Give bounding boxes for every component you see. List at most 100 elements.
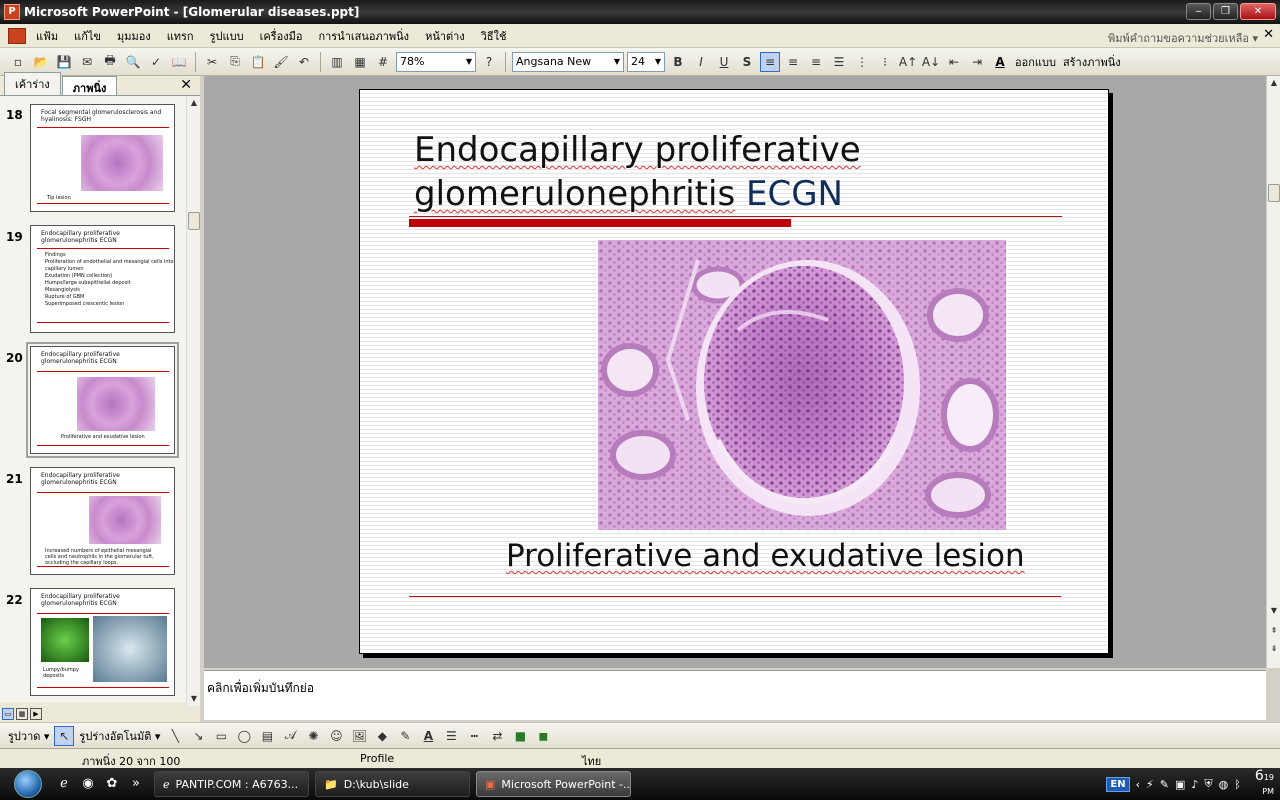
textbox-icon[interactable]: ▤	[257, 726, 277, 746]
slide-title[interactable]: Endocapillary proliferative glomerulonep…	[414, 128, 1034, 216]
fill-color-icon[interactable]: ◆	[372, 726, 392, 746]
bluetooth-icon[interactable]: ᛒ	[1234, 778, 1241, 791]
tools-icon[interactable]: ✎	[1160, 778, 1169, 791]
histology-image[interactable]	[598, 240, 1006, 530]
security-shield-icon[interactable]: ⛨	[1204, 777, 1212, 791]
save-icon[interactable]: 💾	[54, 52, 74, 72]
messenger-icon[interactable]: ✿	[102, 774, 122, 794]
autoshapes-button[interactable]: รูปร่างอัตโนมัติ ▾	[77, 727, 162, 745]
slide-thumbnail-22[interactable]: Endocapillary proliferative glomerulonep…	[30, 588, 175, 696]
network-icon[interactable]: ⚡	[1146, 778, 1154, 791]
menu-edit[interactable]: แก้ไข	[66, 27, 109, 45]
media-icon[interactable]: ◉	[78, 774, 98, 794]
undo-icon[interactable]: ↶	[294, 52, 314, 72]
normal-view-icon[interactable]: ▭	[2, 708, 14, 720]
antivirus-icon[interactable]: ◍	[1219, 778, 1229, 791]
menu-tools[interactable]: เครื่องมือ	[252, 27, 311, 45]
scroll-up-icon[interactable]: ▲	[1267, 76, 1280, 90]
line-icon[interactable]: ╲	[165, 726, 185, 746]
more-quicklaunch-icon[interactable]: »	[126, 774, 146, 794]
slide-caption[interactable]: Proliferative and exudative lesion	[506, 538, 1106, 574]
new-icon[interactable]: ▫	[8, 52, 28, 72]
paste-icon[interactable]: 📋	[248, 52, 268, 72]
draw-menu-button[interactable]: รูปวาด ▾	[6, 727, 51, 745]
zoom-select[interactable]: 78% ▼	[396, 51, 476, 72]
tray-expand-icon[interactable]: ‹	[1136, 778, 1140, 791]
shadow-button[interactable]: S	[737, 52, 757, 72]
font-size-select[interactable]: 24 ▼	[627, 51, 665, 72]
menu-file[interactable]: แฟ้ม	[28, 27, 66, 45]
align-right-icon[interactable]: ≡	[806, 52, 826, 72]
close-document-icon[interactable]: ✕	[1263, 27, 1274, 42]
internet-explorer-icon[interactable]: ℯ	[54, 774, 74, 794]
insert-table-icon[interactable]: ▦	[350, 52, 370, 72]
previous-slide-icon[interactable]: ⇞	[1267, 624, 1280, 638]
arrow-icon[interactable]: ↘	[188, 726, 208, 746]
slideshow-view-icon[interactable]: ▶	[30, 708, 42, 720]
help-question-box[interactable]: พิมพ์คำถามขอความช่วยเหลือ ▾	[1108, 29, 1258, 47]
scroll-thumb[interactable]	[188, 212, 200, 230]
scroll-down-icon[interactable]: ▼	[187, 692, 201, 706]
rectangle-icon[interactable]: ▭	[211, 726, 231, 746]
numbering-icon[interactable]: ⋮	[852, 52, 872, 72]
font-name-select[interactable]: Angsana New ▼	[512, 51, 624, 72]
scroll-down-icon[interactable]: ▼	[1267, 604, 1280, 618]
menu-format[interactable]: รูปแบบ	[202, 27, 252, 45]
clock[interactable]: 619 PM	[1255, 769, 1274, 798]
italic-button[interactable]: I	[691, 52, 711, 72]
3d-style-icon[interactable]: ◼	[533, 726, 553, 746]
new-slide-button[interactable]: สร้างภาพนิ่ง	[1061, 53, 1123, 71]
justify-icon[interactable]: ☰	[829, 52, 849, 72]
tab-outline[interactable]: เค้าร่าง	[4, 72, 61, 95]
print-icon[interactable]: 🖶	[100, 52, 120, 72]
tab-slides[interactable]: ภาพนิ่ง	[61, 76, 118, 95]
taskbar-item-browser[interactable]: ℯ PANTIP.COM : A6763...	[154, 771, 309, 797]
powerpoint-app-icon[interactable]: P	[4, 4, 20, 20]
network-connections-icon[interactable]: ▣	[1175, 778, 1185, 791]
diagram-icon[interactable]: ✺	[303, 726, 323, 746]
menu-view[interactable]: มุมมอง	[109, 27, 159, 45]
line-style-icon[interactable]: ☰	[441, 726, 461, 746]
menu-slideshow[interactable]: การนำเสนอภาพนิ่ง	[310, 27, 417, 45]
slide-thumbnail-20[interactable]: Endocapillary proliferative glomerulonep…	[26, 342, 179, 458]
menu-window[interactable]: หน้าต่าง	[417, 27, 473, 45]
underline-button[interactable]: U	[714, 52, 734, 72]
increase-indent-icon[interactable]: ⇥	[967, 52, 987, 72]
arrow-style-icon[interactable]: ⇄	[487, 726, 507, 746]
align-left-icon[interactable]: ≡	[760, 51, 780, 72]
start-button[interactable]	[14, 770, 42, 798]
spelling-icon[interactable]: ✓	[146, 52, 166, 72]
open-icon[interactable]: 📂	[31, 52, 51, 72]
menu-help[interactable]: วิธีใช้	[473, 27, 515, 45]
editor-scrollbar[interactable]: ▲ ▼ ⇞ ⇟	[1266, 76, 1280, 668]
scroll-thumb[interactable]	[1268, 184, 1280, 202]
help-icon[interactable]: ?	[479, 52, 499, 72]
copy-icon[interactable]: ⎘	[225, 52, 245, 72]
font-color-icon[interactable]: A	[418, 726, 438, 746]
volume-icon[interactable]: ♪	[1191, 778, 1198, 791]
insert-chart-icon[interactable]: ▥	[327, 52, 347, 72]
bullets-icon[interactable]: ⁝	[875, 52, 895, 72]
print-preview-icon[interactable]: 🔍	[123, 52, 143, 72]
clipart-icon[interactable]: ☺	[326, 726, 346, 746]
thumbnail-scrollbar[interactable]: ▲ ▼	[186, 96, 200, 706]
slide-sorter-view-icon[interactable]: ▦	[16, 708, 28, 720]
restore-button[interactable]: ❐	[1213, 3, 1238, 20]
minimize-button[interactable]: ‒	[1186, 3, 1211, 20]
insert-picture-icon[interactable]: 🖼	[349, 726, 369, 746]
design-button[interactable]: ออกแบบ	[1013, 53, 1058, 71]
font-color-icon[interactable]: A	[990, 52, 1010, 72]
taskbar-item-powerpoint[interactable]: ▣ Microsoft PowerPoint -...	[476, 771, 631, 797]
permission-icon[interactable]: ✉	[77, 52, 97, 72]
slide-thumbnail-21[interactable]: Endocapillary proliferative glomerulonep…	[30, 467, 175, 575]
increase-font-icon[interactable]: A↑	[898, 52, 918, 72]
close-button[interactable]: ✕	[1240, 3, 1276, 20]
slide-canvas[interactable]: Endocapillary proliferative glomerulonep…	[359, 89, 1109, 654]
decrease-font-icon[interactable]: A↓	[921, 52, 941, 72]
research-icon[interactable]: 📖	[169, 52, 189, 72]
format-painter-icon[interactable]: 🖌	[271, 52, 291, 72]
line-color-icon[interactable]: ✎	[395, 726, 415, 746]
close-pane-icon[interactable]: ✕	[180, 77, 192, 93]
dash-style-icon[interactable]: ┅	[464, 726, 484, 746]
wordart-icon[interactable]: 𝒜	[280, 726, 300, 746]
